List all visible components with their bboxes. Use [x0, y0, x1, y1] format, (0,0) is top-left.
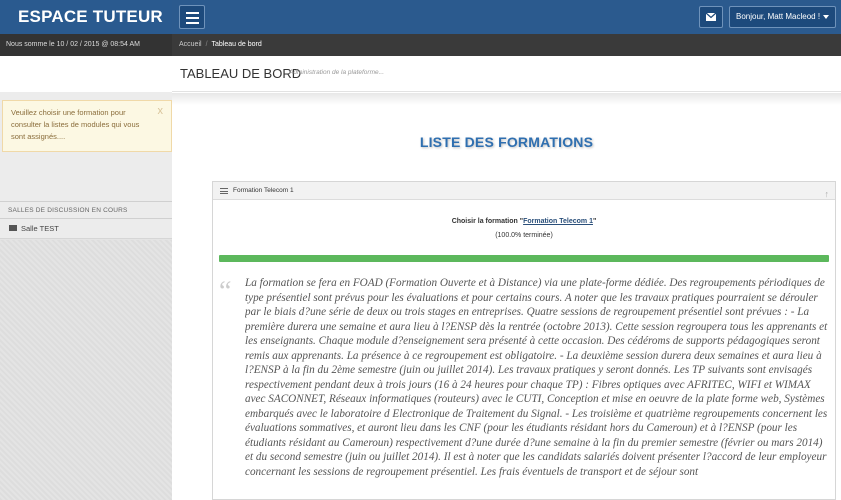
- date-status: Nous somme le 10 / 02 / 2015 @ 08:54 AM: [0, 34, 172, 56]
- envelope-icon: [705, 12, 717, 21]
- rooms-header: SALLES DE DISCUSSION EN COURS: [0, 202, 172, 219]
- completion-text: (100.0% terminée): [495, 232, 553, 239]
- panel-header: Formation Telecom 1 ↑: [213, 182, 835, 200]
- caret-down-icon: [823, 15, 829, 19]
- close-icon[interactable]: x: [158, 105, 164, 117]
- user-menu-button[interactable]: Bonjour, Matt Macleod !: [729, 6, 836, 28]
- alert-text: Veuillez choisir une formation pour cons…: [11, 108, 140, 141]
- room-label: Salle TEST: [21, 224, 59, 233]
- arrow-up-icon[interactable]: ↑: [825, 185, 830, 203]
- progress-bar: [219, 255, 829, 262]
- quote-icon: “: [219, 276, 232, 307]
- room-item[interactable]: Salle TEST: [0, 219, 172, 239]
- menu-toggle-button[interactable]: [179, 5, 205, 29]
- formation-description: La formation se fera en FOAD (Formation …: [245, 277, 828, 478]
- formation-panel: Formation Telecom 1 ↑ Choisir la formati…: [212, 181, 836, 500]
- hamburger-icon: [186, 12, 199, 14]
- breadcrumb-home[interactable]: Accueil: [179, 41, 202, 48]
- top-navbar: ESPACE TUTEUR Bonjour, Matt Macleod !: [0, 0, 841, 34]
- brand-logo[interactable]: ESPACE TUTEUR: [0, 0, 172, 34]
- breadcrumb: Accueil / Tableau de bord: [172, 34, 841, 56]
- formation-link[interactable]: Formation Telecom 1: [523, 218, 593, 225]
- messages-button[interactable]: [699, 6, 723, 28]
- breadcrumb-current: Tableau de bord: [211, 41, 262, 48]
- user-greeting: Bonjour, Matt Macleod !: [736, 12, 821, 21]
- page-subtitle: Administration de la plateforme...: [289, 69, 385, 76]
- main-content: TABLEAU DE BORD Administration de la pla…: [172, 56, 841, 500]
- alert-warning: Veuillez choisir une formation pour cons…: [2, 100, 172, 152]
- panel-title: Formation Telecom 1: [233, 187, 294, 194]
- video-camera-icon: [9, 225, 17, 231]
- discussion-rooms: SALLES DE DISCUSSION EN COURS Salle TEST: [0, 201, 172, 500]
- list-title: LISTE DES FORMATIONS: [419, 134, 594, 150]
- page-title: TABLEAU DE BORD: [180, 66, 302, 81]
- list-icon: [220, 188, 228, 194]
- page-header: TABLEAU DE BORD Administration de la pla…: [172, 56, 841, 92]
- choose-formation: Choisir la formation "Formation Telecom …: [451, 218, 597, 225]
